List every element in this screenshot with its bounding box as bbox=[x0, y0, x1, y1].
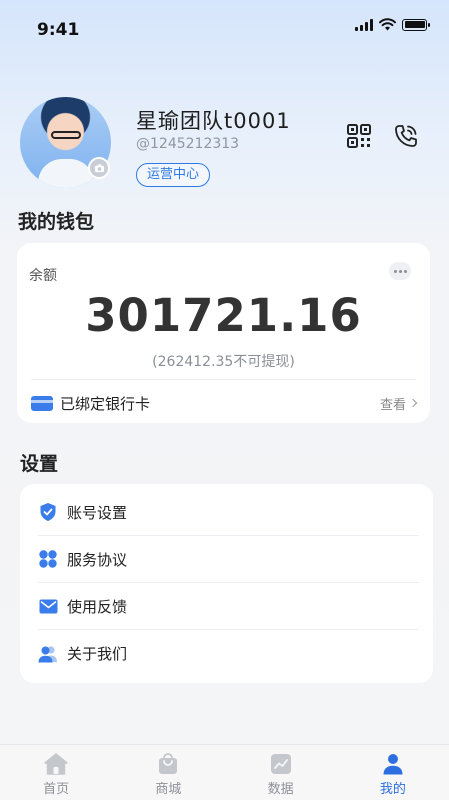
non-withdrawable-note: (262412.35不可提现) bbox=[152, 354, 295, 370]
more-options-icon[interactable] bbox=[389, 262, 411, 280]
bank-card-icon bbox=[31, 395, 53, 411]
wallet-section-title: 我的钱包 bbox=[18, 211, 95, 233]
qr-code-icon[interactable] bbox=[346, 123, 372, 149]
cellular-signal-icon bbox=[355, 18, 373, 31]
status-bar: 9:41 bbox=[0, 0, 449, 56]
view-label: 查看 bbox=[379, 397, 406, 413]
user-icon bbox=[380, 752, 406, 776]
shield-check-icon bbox=[38, 502, 58, 522]
profile-header: 星瑜团队t0001 @1245212313 运营中心 bbox=[20, 97, 430, 188]
wifi-icon bbox=[379, 18, 396, 31]
four-petal-icon bbox=[38, 549, 58, 569]
balance-amount: 301721.16 bbox=[85, 289, 362, 342]
tab-label: 我的 bbox=[379, 782, 406, 797]
user-id: @1245212313 bbox=[136, 136, 240, 152]
phone-icon[interactable] bbox=[393, 123, 419, 149]
chart-icon bbox=[268, 752, 294, 776]
battery-icon bbox=[402, 18, 430, 31]
settings-card: 账号设置 服务协议 使用反馈 关于我们 bbox=[20, 484, 433, 683]
divider bbox=[31, 379, 416, 380]
users-icon bbox=[38, 644, 58, 664]
view-bank-card-link[interactable]: 查看 bbox=[379, 394, 418, 413]
status-time: 9:41 bbox=[37, 20, 80, 40]
settings-section-title: 设置 bbox=[20, 453, 59, 475]
balance-label: 余额 bbox=[29, 268, 57, 284]
wallet-card: 余额 301721.16 (262412.35不可提现) 已绑定银行卡 查看 bbox=[17, 243, 430, 423]
tab-mall[interactable]: 商城 bbox=[112, 745, 224, 800]
tab-label: 商城 bbox=[155, 782, 182, 797]
setting-label: 关于我们 bbox=[67, 645, 128, 663]
setting-label: 服务协议 bbox=[67, 550, 128, 569]
setting-item-about-us[interactable]: 关于我们 bbox=[38, 630, 419, 677]
bank-card-row[interactable]: 已绑定银行卡 查看 bbox=[31, 388, 418, 418]
setting-label: 账号设置 bbox=[67, 503, 128, 522]
role-badge: 运营中心 bbox=[136, 163, 211, 187]
status-icons bbox=[355, 18, 430, 31]
chevron-right-icon bbox=[408, 398, 418, 408]
tab-label: 数据 bbox=[267, 782, 294, 797]
tab-label: 首页 bbox=[43, 782, 70, 797]
shopping-bag-icon bbox=[155, 752, 181, 776]
camera-icon[interactable] bbox=[88, 157, 110, 179]
mail-icon bbox=[38, 596, 58, 616]
bottom-tab-bar: 首页 商城 数据 我的 bbox=[0, 744, 449, 800]
tab-home[interactable]: 首页 bbox=[0, 745, 112, 800]
tab-data[interactable]: 数据 bbox=[225, 745, 337, 800]
bank-card-label: 已绑定银行卡 bbox=[60, 394, 151, 413]
setting-label: 使用反馈 bbox=[67, 597, 128, 616]
setting-item-feedback[interactable]: 使用反馈 bbox=[38, 583, 419, 630]
tab-mine[interactable]: 我的 bbox=[337, 745, 449, 800]
setting-item-account[interactable]: 账号设置 bbox=[38, 489, 419, 536]
home-icon bbox=[43, 752, 69, 776]
setting-item-service-agreement[interactable]: 服务协议 bbox=[38, 536, 419, 583]
user-name: 星瑜团队t0001 bbox=[136, 109, 291, 133]
